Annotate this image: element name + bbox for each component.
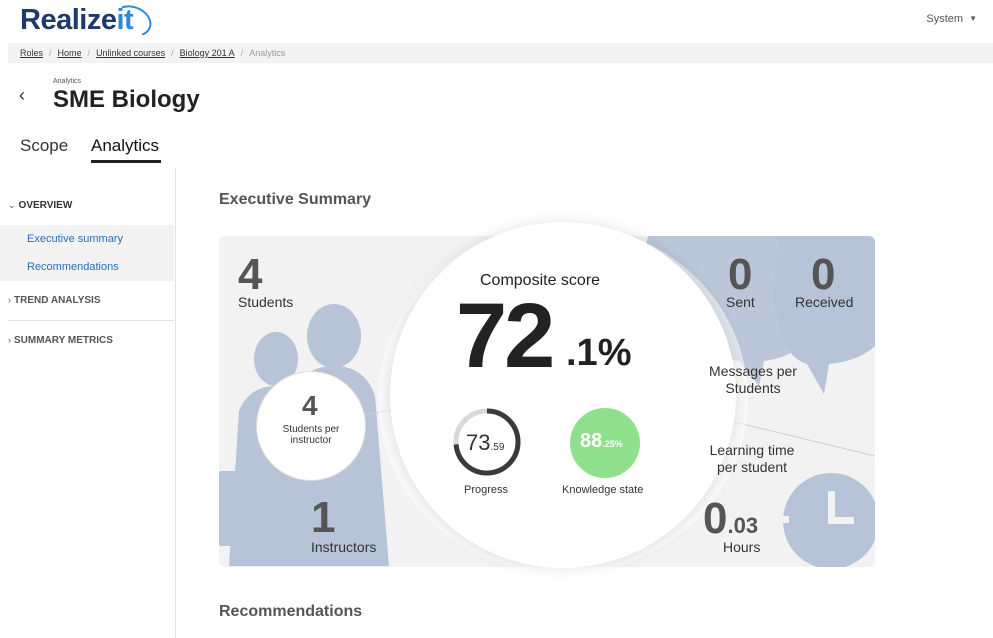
recommendations-heading: Recommendations xyxy=(219,603,363,620)
breadcrumb-current: Analytics xyxy=(249,48,286,58)
knowledge-state-label: Knowledge state xyxy=(562,484,644,496)
analytics-sidebar: ⌄ OVERVIEW Executive summary Recommendati… xyxy=(0,168,176,638)
clock-icon xyxy=(779,473,875,567)
sidebar-divider xyxy=(8,320,174,321)
back-chevron-icon[interactable]: ‹ xyxy=(19,85,25,106)
executive-summary-heading: Executive Summary xyxy=(219,191,372,208)
realizeit-logo[interactable]: Realize it xyxy=(20,0,157,42)
learning-time-label: Learning time per student xyxy=(709,442,795,475)
messages-received-label: Received xyxy=(795,294,854,310)
tab-analytics[interactable]: Analytics xyxy=(91,136,159,156)
overview-subitems: Executive summary Recommendations xyxy=(0,225,174,281)
students-label: Students xyxy=(238,294,294,310)
chevron-down-icon: ⌄ xyxy=(8,200,16,210)
messages-received-count: 0 xyxy=(811,250,836,299)
composite-score-decimal: .1% xyxy=(566,332,632,374)
messages-per-students-label: Messages per Students xyxy=(709,363,797,396)
logo-accent: it xyxy=(108,0,157,42)
caret-down-icon: ▼ xyxy=(969,14,977,23)
active-tab-indicator xyxy=(91,160,161,163)
progress-label: Progress xyxy=(464,484,509,496)
sidebar-item-executive-summary[interactable]: Executive summary xyxy=(27,233,123,245)
instructors-count: 1 xyxy=(311,493,336,542)
chevron-right-icon: › xyxy=(8,295,11,305)
tab-scope[interactable]: Scope xyxy=(20,136,68,156)
breadcrumb: Roles / Home / Unlinked courses / Biology 201 … xyxy=(8,43,993,63)
progress-value: 73.59 xyxy=(466,430,505,455)
knowledge-state-value: 88.25% xyxy=(580,430,623,452)
breadcrumb-course[interactable]: Biology 201 A xyxy=(180,48,235,58)
composite-score-value: 72 xyxy=(456,285,555,387)
students-per-instructor-label: Students per instructor xyxy=(282,424,340,446)
learning-hours-label: Hours xyxy=(723,539,761,555)
page-eyebrow: Analytics xyxy=(53,78,82,85)
sidebar-section-overview[interactable]: ⌄ OVERVIEW xyxy=(8,200,72,211)
sidebar-section-trend-analysis[interactable]: › TREND ANALYSIS xyxy=(8,295,101,306)
user-menu[interactable]: System ▼ xyxy=(926,13,977,25)
breadcrumb-roles[interactable]: Roles xyxy=(20,48,43,58)
sidebar-section-summary-metrics[interactable]: › SUMMARY METRICS xyxy=(8,335,113,346)
learning-hours-value: 0.03 xyxy=(703,494,759,543)
sidebar-item-recommendations[interactable]: Recommendations xyxy=(27,261,119,273)
chevron-right-icon: › xyxy=(8,335,11,345)
students-per-instructor-value: 4 xyxy=(302,390,318,421)
instructors-label: Instructors xyxy=(311,539,377,555)
page-title: SME Biology xyxy=(53,86,200,113)
user-menu-label: System xyxy=(926,13,964,25)
breadcrumb-unlinked-courses[interactable]: Unlinked courses xyxy=(96,48,165,58)
breadcrumb-home[interactable]: Home xyxy=(58,48,82,58)
messages-sent-count: 0 xyxy=(728,250,753,299)
logo-text: Realize xyxy=(20,4,117,36)
students-count: 4 xyxy=(238,250,263,299)
messages-sent-label: Sent xyxy=(726,294,755,310)
